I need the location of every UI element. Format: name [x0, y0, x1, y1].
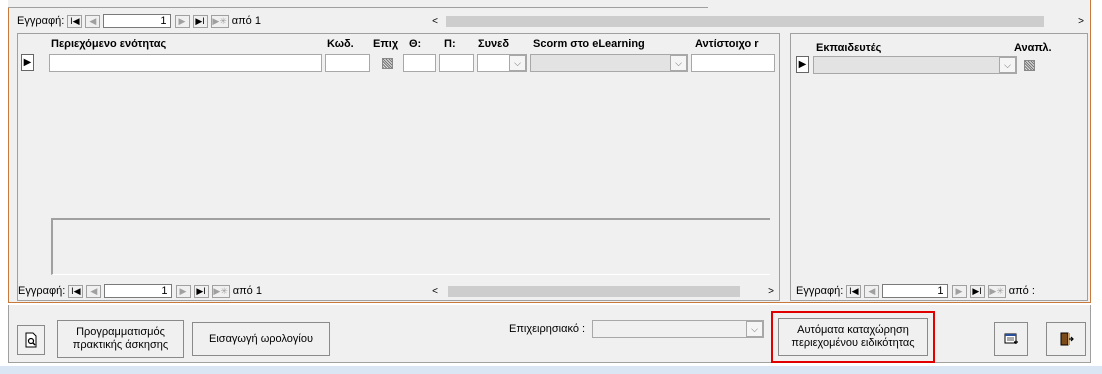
header-scorm: Scorm στο eLearning [533, 38, 645, 50]
current-record-input[interactable]: 1 [104, 284, 173, 298]
replacement-checkbox-cell [1020, 56, 1038, 74]
scroll-right-arrow[interactable]: > [764, 286, 778, 297]
synedria-select[interactable]: ⌵ [477, 54, 527, 72]
theory-field[interactable] [403, 54, 436, 72]
prev-record-button[interactable]: ◀ [864, 284, 880, 298]
content-record-navigator: Εγγραφή: I◀ ◀ 1 ▶ ▶I ▶✳ από 1 [18, 284, 438, 300]
row-selector[interactable]: ▶ [21, 54, 34, 71]
content-subform: Περιεχόμενο ενότητας Κωδ. Επιχ Θ: Π: Συν… [17, 33, 780, 301]
last-record-button[interactable]: ▶I [193, 284, 209, 298]
first-record-button[interactable]: I◀ [67, 14, 83, 28]
calendar-add-icon [1004, 333, 1018, 344]
exit-door-icon [1060, 332, 1074, 346]
chevron-down-icon[interactable]: ⌵ [999, 57, 1016, 73]
header-practice: Π: [444, 38, 456, 50]
scroll-left-arrow[interactable]: < [428, 286, 442, 297]
trainers-subform: Εκπαιδευτές Αναπλ. ▶ ⌵ Εγγραφή: I◀ ◀ 1 ▶… [790, 33, 1088, 301]
first-record-button[interactable]: I◀ [68, 284, 84, 298]
business-label: Επιχειρησιακό : [509, 323, 586, 335]
calendar-add-button[interactable] [994, 322, 1028, 356]
auto-register-line2: περιεχομένου ειδικότητας [791, 337, 915, 349]
status-strip [0, 366, 1102, 374]
header-synedria: Συνεδ [478, 38, 510, 50]
record-label: Εγγραφή: [17, 15, 65, 27]
schedule-practice-line2: πρακτικής άσκησης [72, 339, 169, 351]
print-preview-button[interactable] [17, 325, 45, 355]
header-equivalent: Αντίστοιχο r [695, 38, 759, 50]
content-field[interactable] [49, 54, 322, 72]
equivalent-field[interactable] [691, 54, 775, 72]
prev-record-button[interactable]: ◀ [86, 284, 102, 298]
header-epix: Επιχ [373, 38, 399, 50]
next-record-button[interactable]: ▶ [174, 14, 190, 28]
record-count: από : [1008, 285, 1035, 297]
header-code: Κωδ. [327, 38, 354, 50]
scroll-thumb[interactable] [448, 285, 740, 297]
header-replacement: Αναπλ. [1014, 42, 1052, 54]
exit-button[interactable] [1046, 322, 1086, 356]
trainers-record-navigator: Εγγραφή: I◀ ◀ 1 ▶ ▶I ▶✳ από : [796, 284, 1086, 300]
header-theory: Θ: [409, 38, 422, 50]
chevron-down-icon[interactable]: ⌵ [670, 55, 687, 71]
content-horizontal-scrollbar[interactable]: < > [428, 284, 778, 298]
scroll-left-arrow[interactable]: < [428, 16, 442, 27]
import-timetable-label: Εισαγωγή ωρολογίου [209, 332, 313, 345]
chevron-down-icon[interactable]: ⌵ [746, 321, 763, 337]
first-record-button[interactable]: I◀ [846, 284, 862, 298]
chevron-down-icon[interactable]: ⌵ [509, 55, 526, 71]
practice-field[interactable] [439, 54, 474, 72]
new-record-button[interactable]: ▶✳ [211, 284, 230, 298]
new-record-button[interactable]: ▶✳ [987, 284, 1006, 298]
new-record-button[interactable]: ▶✳ [210, 14, 229, 28]
prev-record-button[interactable]: ◀ [85, 14, 101, 28]
record-label: Εγγραφή: [18, 285, 66, 297]
next-record-button[interactable]: ▶ [951, 284, 967, 298]
current-record-input[interactable]: 1 [882, 284, 949, 298]
auto-register-line1: Αυτόματα καταχώρηση [797, 324, 909, 336]
schedule-practice-line1: Προγραμματισμός [76, 326, 165, 338]
epix-checkbox-cell [373, 54, 401, 72]
content-memo-box[interactable] [51, 218, 770, 275]
record-count: από 1 [231, 15, 261, 27]
last-record-button[interactable]: ▶I [192, 14, 208, 28]
import-timetable-button[interactable]: Εισαγωγή ωρολογίου [192, 322, 330, 356]
code-field[interactable] [325, 54, 370, 72]
top-horizontal-scrollbar[interactable]: < > [428, 14, 1088, 28]
epix-checkbox[interactable] [381, 57, 393, 69]
top-record-navigator: Εγγραφή: I◀ ◀ 1 ▶ ▶I ▶✳ από 1 [17, 14, 437, 30]
current-record-input[interactable]: 1 [103, 14, 172, 28]
auto-register-content-button[interactable]: Αυτόματα καταχώρηση περιεχομένου ειδικότ… [778, 318, 928, 356]
business-select[interactable]: ⌵ [592, 320, 764, 338]
replacement-checkbox[interactable] [1023, 59, 1035, 71]
schedule-practice-button[interactable]: Προγραμματισμός πρακτικής άσκησης [57, 320, 184, 358]
trainer-select[interactable]: ⌵ [813, 56, 1017, 74]
record-label: Εγγραφή: [796, 285, 844, 297]
row-selector[interactable]: ▶ [796, 56, 809, 73]
last-record-button[interactable]: ▶I [969, 284, 985, 298]
scroll-right-arrow[interactable]: > [1074, 16, 1088, 27]
scroll-thumb[interactable] [446, 15, 1044, 27]
header-trainers: Εκπαιδευτές [816, 42, 882, 54]
header-content: Περιεχόμενο ενότητας [51, 38, 167, 50]
top-edge [8, 0, 708, 8]
record-count: από 1 [232, 285, 262, 297]
scorm-select[interactable]: ⌵ [530, 54, 688, 72]
print-preview-icon [25, 332, 37, 348]
next-record-button[interactable]: ▶ [175, 284, 191, 298]
